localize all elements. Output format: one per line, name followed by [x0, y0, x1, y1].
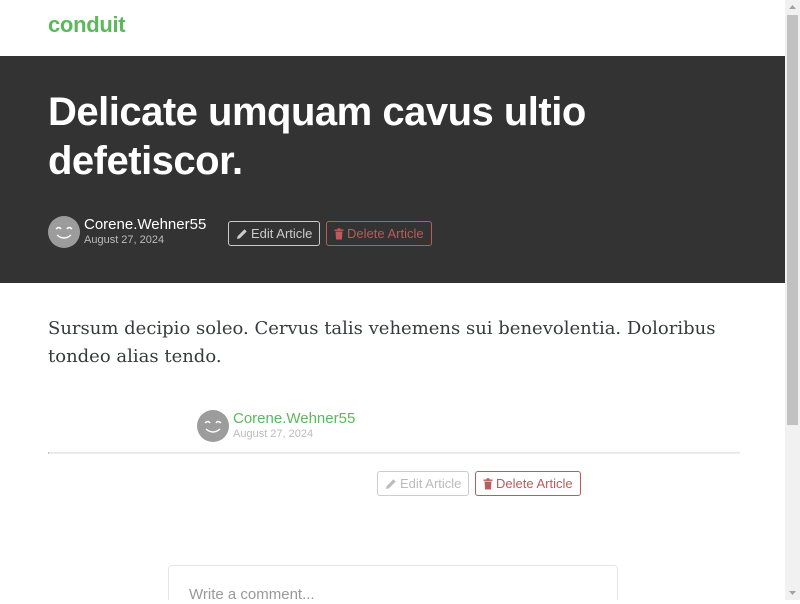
- brand-logo-link[interactable]: conduit: [48, 12, 126, 38]
- article-banner: Delicate umquam cavus ultio defetiscor. …: [0, 56, 785, 283]
- author-avatar[interactable]: [48, 216, 80, 248]
- author-info: Corene.Wehner55 August 27, 2024: [233, 410, 355, 442]
- comment-input[interactable]: [169, 566, 617, 600]
- article-title: Delicate umquam cavus ultio defetiscor.: [48, 90, 586, 183]
- edit-article-label: Edit Article: [251, 226, 313, 241]
- article-meta: Corene.Wehner55 August 27, 2024: [48, 216, 206, 248]
- divider: [48, 452, 740, 454]
- article-body: Sursum decipio soleo. Cervus talis vehem…: [48, 318, 716, 367]
- smiley-icon: [204, 420, 222, 433]
- author-avatar[interactable]: [197, 410, 229, 442]
- edit-article-label: Edit Article: [400, 476, 462, 491]
- edit-article-button[interactable]: Edit Article: [377, 471, 470, 496]
- scroll-up-arrow-icon[interactable]: [785, 0, 800, 15]
- author-link[interactable]: Corene.Wehner55: [84, 216, 206, 233]
- pencil-icon: [237, 228, 247, 239]
- author-info: Corene.Wehner55 August 27, 2024: [84, 216, 206, 248]
- page: conduit Delicate umquam cavus ultio defe…: [0, 0, 785, 600]
- edit-article-button[interactable]: Edit Article: [228, 221, 321, 246]
- article-actions-meta: Corene.Wehner55 August 27, 2024: [197, 410, 355, 442]
- vertical-scrollbar[interactable]: [785, 0, 800, 600]
- comment-form: [168, 565, 618, 600]
- delete-article-label: Delete Article: [347, 226, 424, 241]
- trash-icon: [334, 227, 344, 239]
- scroll-down-arrow-icon[interactable]: [785, 585, 800, 600]
- smiley-icon: [55, 226, 73, 239]
- delete-article-button[interactable]: Delete Article: [475, 471, 581, 496]
- article-date: August 27, 2024: [233, 428, 314, 440]
- pencil-icon: [386, 478, 396, 489]
- article-date: August 27, 2024: [84, 234, 165, 246]
- delete-article-button[interactable]: Delete Article: [326, 221, 432, 246]
- trash-icon: [483, 477, 493, 489]
- scrollbar-thumb[interactable]: [787, 15, 798, 425]
- delete-article-label: Delete Article: [496, 476, 573, 491]
- author-link[interactable]: Corene.Wehner55: [233, 410, 355, 427]
- navbar: conduit: [0, 0, 785, 56]
